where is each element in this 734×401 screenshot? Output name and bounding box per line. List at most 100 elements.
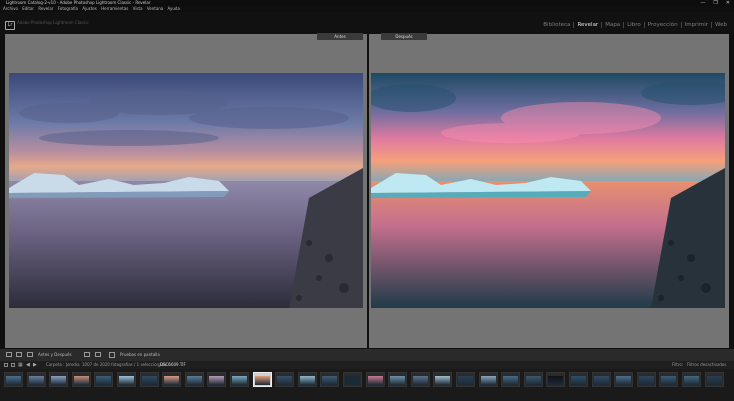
menu-ayuda[interactable]: Ayuda: [168, 6, 180, 11]
swap-icon[interactable]: [27, 352, 33, 357]
menu-editar[interactable]: Editar: [22, 6, 34, 11]
filmstrip-thumbnail[interactable]: [162, 372, 182, 387]
filmstrip-thumbnail[interactable]: [659, 372, 679, 387]
thumbnail-image: [548, 376, 564, 385]
filmstrip-thumbnail[interactable]: [636, 372, 656, 387]
before-photo[interactable]: [9, 73, 363, 308]
filmstrip-thumbnail[interactable]: [230, 372, 249, 387]
menu-fotografia[interactable]: Fotografía: [58, 6, 78, 11]
prev-arrow-icon[interactable]: ◀: [26, 361, 30, 369]
thumbnail-image: [593, 376, 609, 385]
filmstrip-thumbnail[interactable]: [207, 372, 227, 387]
before-after-icon[interactable]: [16, 352, 22, 357]
filmstrip-source[interactable]: Carpeta : Jorodia: [46, 361, 80, 369]
module-mapa[interactable]: Mapa: [601, 22, 623, 28]
thumbnail-image: [458, 376, 473, 385]
thumbnail-image: [6, 376, 21, 385]
lightroom-logo: Lr: [5, 21, 15, 30]
before-pane: Antes: [5, 33, 367, 348]
filmstrip-thumbnail[interactable]: [546, 372, 566, 387]
loupe-view-icon[interactable]: [6, 352, 12, 357]
thumbnail-image: [51, 376, 67, 385]
filmstrip-thumbnail[interactable]: [682, 372, 701, 387]
filter-dropdown[interactable]: Filtros desactivados: [687, 361, 726, 369]
menu-vista[interactable]: Vista: [133, 6, 143, 11]
filmstrip-thumbnail[interactable]: [501, 372, 521, 387]
filmstrip[interactable]: [0, 369, 734, 401]
filmstrip-thumbnail[interactable]: [365, 372, 385, 387]
filmstrip-thumbnail[interactable]: [117, 372, 136, 387]
module-biblioteca[interactable]: Biblioteca: [540, 22, 573, 28]
thumbnail-image: [345, 376, 360, 385]
thumbnail-image: [503, 376, 519, 385]
identity-subtitle: Adobe Photoshop Lightroom Classic: [17, 20, 89, 25]
thumbnail-image: [119, 376, 134, 385]
filmstrip-thumbnail[interactable]: [94, 372, 114, 387]
mode-label[interactable]: Antes y Después: [38, 352, 72, 357]
filmstrip-thumbnail[interactable]: [49, 372, 69, 387]
thumbnail-image: [706, 376, 722, 385]
filmstrip-header: ▦ ◀ ▶ Carpeta : Jorodia 1007 de 2020 fot…: [0, 361, 734, 369]
menu-ajustes[interactable]: Ajustes: [82, 6, 97, 11]
after-photo-image: [371, 73, 725, 308]
module-revelar[interactable]: Revelar: [573, 22, 601, 28]
filmstrip-thumbnail[interactable]: [591, 372, 611, 387]
menu-revelar[interactable]: Revelar: [38, 6, 53, 11]
thumbnail-image: [322, 376, 338, 385]
filmstrip-thumbnail[interactable]: [704, 372, 724, 387]
display-2-icon[interactable]: [11, 363, 15, 367]
filmstrip-thumbnail[interactable]: [456, 372, 475, 387]
filmstrip-thumbnail[interactable]: [139, 372, 159, 387]
filmstrip-thumbnail[interactable]: [410, 372, 430, 387]
filmstrip-thumbnail[interactable]: [320, 372, 340, 387]
filmstrip-thumbnail[interactable]: [26, 372, 46, 387]
thumbnail-image: [209, 376, 225, 385]
thumbnail-image: [390, 376, 406, 385]
filmstrip-thumbnail[interactable]: [275, 372, 295, 387]
compare-view: Antes Después: [0, 33, 734, 348]
thumbnail-image: [299, 376, 315, 385]
thumbnail-image: [435, 376, 451, 385]
thumbnail-image: [367, 376, 383, 385]
thumbnail-image: [525, 376, 541, 385]
module-imprimir[interactable]: Imprimir: [680, 22, 711, 28]
module-libro[interactable]: Libro: [623, 22, 644, 28]
thumbnail-image: [277, 376, 293, 385]
module-web[interactable]: Web: [711, 22, 730, 28]
display-1-icon[interactable]: [4, 363, 8, 367]
copy-settings-icon[interactable]: [84, 352, 90, 357]
after-photo[interactable]: [371, 73, 725, 308]
filmstrip-thumbnail[interactable]: [478, 372, 498, 387]
menu-herramientas[interactable]: Herramientas: [101, 6, 128, 11]
filmstrip-thumbnail[interactable]: [433, 372, 453, 387]
soft-proofing-label: Pruebas en pantalla: [120, 352, 160, 357]
before-label: Antes: [317, 33, 363, 40]
menu-ventana[interactable]: Ventana: [147, 6, 163, 11]
thumbnail-image: [480, 376, 496, 385]
thumbnail-image: [232, 376, 247, 385]
filmstrip-thumbnail[interactable]: [569, 372, 588, 387]
filmstrip-thumbnail[interactable]: [4, 372, 23, 387]
thumbnail-image: [571, 376, 586, 385]
filmstrip-thumbnail[interactable]: [252, 372, 272, 387]
grid-icon[interactable]: ▦: [18, 361, 23, 369]
soft-proofing-checkbox[interactable]: [109, 352, 115, 358]
thumbnail-image: [164, 376, 180, 385]
thumbnail-image: [254, 376, 270, 385]
thumbnail-image: [186, 376, 202, 385]
filmstrip-thumbnail[interactable]: [343, 372, 362, 387]
next-arrow-icon[interactable]: ▶: [33, 361, 37, 369]
thumbnail-image: [28, 376, 44, 385]
filmstrip-thumbnail[interactable]: [614, 372, 634, 387]
identity-plate: Lr Adobe Photoshop Lightroom Classic Bib…: [0, 12, 734, 34]
swap-settings-icon[interactable]: [95, 352, 101, 357]
filmstrip-thumbnail[interactable]: [388, 372, 408, 387]
after-pane: Después: [369, 33, 729, 348]
filmstrip-thumbnail[interactable]: [71, 372, 91, 387]
menu-archivo[interactable]: Archivo: [3, 6, 18, 11]
filmstrip-thumbnail[interactable]: [523, 372, 543, 387]
thumbnail-image: [141, 376, 157, 385]
module-proyeccion[interactable]: Proyección: [643, 22, 681, 28]
filmstrip-thumbnail[interactable]: [184, 372, 204, 387]
filmstrip-thumbnail[interactable]: [297, 372, 317, 387]
